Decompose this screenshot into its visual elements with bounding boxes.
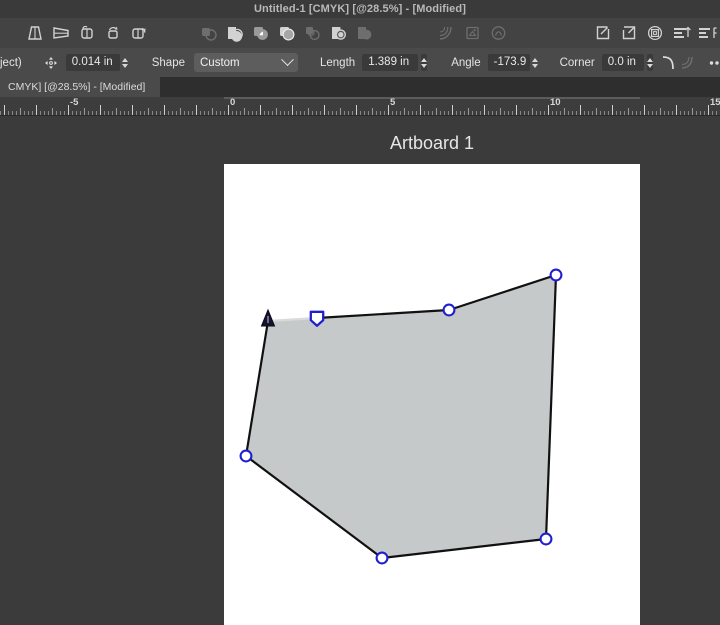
geometry-separate-icon[interactable] (352, 20, 378, 46)
ruler-label: 0 (230, 97, 236, 108)
toolbar-group-path (434, 20, 512, 46)
ruler-label: -5 (70, 97, 79, 108)
document-tab-label: CMYK] [@28.5%] - [Modified] (8, 81, 146, 93)
ruler-label: 5 (390, 97, 396, 108)
node-handle[interactable] (239, 449, 253, 463)
document-tab-bar: CMYK] [@28.5%] - [Modified] (0, 77, 720, 97)
window-title: Untitled-1 [CMYK] [@28.5%] - [Modified] (253, 3, 466, 15)
corner-field[interactable]: 0.0 in (601, 54, 644, 71)
shape-select-value: Custom (200, 56, 240, 69)
context-toolbar: ject) 0.014 in Shape Custom Length 1.389… (0, 48, 720, 77)
corner-concave-icon[interactable] (679, 50, 699, 76)
vector-shape-layer (239, 268, 563, 565)
toolbar-group-document (590, 20, 720, 46)
horizontal-ruler[interactable]: -5 0 5 10 15 (0, 97, 720, 116)
geometry-merge-icon[interactable] (326, 20, 352, 46)
geometry-add-icon[interactable] (196, 20, 222, 46)
shape-label: Shape (151, 56, 185, 69)
title-bar: Untitled-1 [CMYK] [@28.5%] - [Modified] (0, 0, 720, 18)
length-stepper[interactable] (421, 54, 428, 71)
main-toolbar (0, 18, 720, 48)
ruler-label: 10 (550, 97, 561, 108)
more-options-icon[interactable] (707, 50, 720, 76)
toolbar-group-transform (22, 20, 152, 46)
selection-label: ject) (0, 56, 22, 69)
align-left-icon[interactable] (668, 20, 694, 46)
offset-field[interactable]: 0.014 in (65, 54, 120, 71)
geometry-divide-icon[interactable] (274, 20, 300, 46)
shape-select[interactable]: Custom (194, 53, 298, 72)
shape-fill[interactable] (246, 275, 556, 558)
angle-field[interactable]: -173.9 (487, 54, 530, 71)
perspective-icon[interactable] (22, 20, 48, 46)
open-external-icon[interactable] (616, 20, 642, 46)
convert-to-curves-icon[interactable] (486, 20, 512, 46)
node-handle[interactable] (539, 532, 553, 546)
path-start-arrow-icon[interactable] (260, 308, 276, 327)
corner-stepper[interactable] (646, 54, 653, 71)
vector-crop-icon[interactable] (460, 20, 486, 46)
document-tab[interactable]: CMYK] [@28.5%] - [Modified] (0, 77, 160, 97)
node-handle[interactable] (442, 303, 456, 317)
chevron-down-icon (281, 53, 294, 67)
duplicate-icon[interactable] (74, 20, 100, 46)
document-canvas[interactable]: Artboard 1 (0, 116, 720, 625)
geometry-combine-icon[interactable] (300, 20, 326, 46)
angle-stepper[interactable] (531, 54, 538, 71)
rotate-copy-icon[interactable] (100, 20, 126, 46)
target-align-icon[interactable] (642, 20, 668, 46)
geometry-subtract-icon[interactable] (222, 20, 248, 46)
ruler-label: 15 (710, 97, 720, 108)
move-arrows-icon[interactable] (44, 56, 58, 70)
corner-rounded-icon[interactable] (659, 50, 679, 76)
corner-label: Corner (559, 56, 595, 69)
align-distribute-icon[interactable] (694, 20, 720, 46)
geometry-intersect-icon[interactable] (248, 20, 274, 46)
length-field[interactable]: 1.389 in (362, 54, 419, 71)
edit-in-place-icon[interactable] (590, 20, 616, 46)
node-handle[interactable] (549, 268, 563, 282)
offset-stepper[interactable] (121, 54, 128, 71)
node-handle[interactable] (375, 551, 389, 565)
toolbar-group-boolean (196, 20, 378, 46)
flip-copy-icon[interactable] (126, 20, 152, 46)
length-label: Length (320, 56, 356, 69)
angle-label: Angle (451, 56, 481, 69)
expand-stroke-icon[interactable] (434, 20, 460, 46)
affinity-designer-window: Untitled-1 [CMYK] [@28.5%] - [Modified] (0, 0, 720, 625)
mesh-warp-icon[interactable] (48, 20, 74, 46)
